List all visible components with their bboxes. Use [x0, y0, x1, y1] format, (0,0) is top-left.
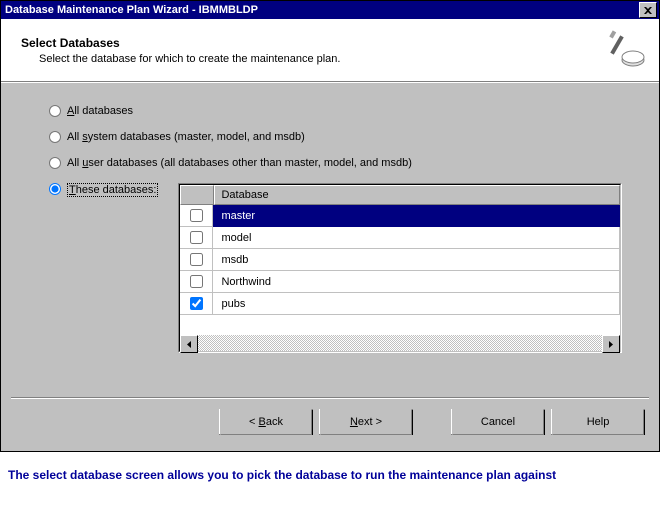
page-description: Select the database for which to create … — [39, 53, 603, 65]
row-database-name: pubs — [213, 293, 620, 315]
radio-all-input[interactable] — [49, 105, 61, 117]
table-row[interactable]: Northwind — [180, 271, 620, 293]
radio-all-databases[interactable]: All databases — [49, 105, 641, 117]
scroll-right-button[interactable] — [602, 335, 620, 353]
row-database-name: msdb — [213, 249, 620, 271]
main-content: All databases All system databases (mast… — [1, 82, 659, 383]
table-row[interactable]: model — [180, 227, 620, 249]
divider — [1, 397, 659, 399]
page-title: Select Databases — [21, 36, 603, 50]
help-button[interactable]: Help — [551, 409, 645, 435]
radio-system-input[interactable] — [49, 131, 61, 143]
row-checkbox-cell — [180, 205, 213, 227]
triangle-left-icon — [187, 341, 191, 348]
row-checkbox[interactable] — [190, 231, 203, 244]
row-database-name: Northwind — [213, 271, 620, 293]
row-database-name: master — [213, 205, 620, 227]
cancel-button[interactable]: Cancel — [451, 409, 545, 435]
radio-system-databases[interactable]: All system databases (master, model, and… — [49, 131, 641, 143]
wizard-header: Select Databases Select the database for… — [1, 19, 659, 82]
radio-system-label: All system databases (master, model, and… — [67, 131, 305, 143]
database-list-header: Database — [180, 185, 620, 205]
radio-these-input[interactable] — [49, 183, 61, 195]
row-checkbox-cell — [180, 249, 213, 271]
row-checkbox[interactable] — [190, 297, 203, 310]
row-checkbox-cell — [180, 227, 213, 249]
triangle-right-icon — [609, 341, 613, 348]
titlebar: Database Maintenance Plan Wizard - IBMMB… — [1, 1, 659, 19]
radio-all-label: All databases — [67, 105, 133, 117]
row-checkbox[interactable] — [190, 209, 203, 222]
column-header-check[interactable] — [180, 185, 214, 205]
radio-user-input[interactable] — [49, 157, 61, 169]
radio-these-databases[interactable]: These databases: Database mastermodelmsd… — [49, 183, 641, 353]
close-icon — [644, 7, 652, 14]
table-row[interactable]: msdb — [180, 249, 620, 271]
wizard-icon — [603, 30, 647, 70]
close-button[interactable] — [639, 2, 657, 18]
scroll-left-button[interactable] — [180, 335, 198, 353]
wizard-window: Database Maintenance Plan Wizard - IBMMB… — [0, 0, 660, 452]
radio-these-label: These databases: — [67, 183, 158, 197]
window-title: Database Maintenance Plan Wizard - IBMMB… — [5, 4, 258, 16]
row-checkbox-cell — [180, 293, 213, 315]
table-row[interactable]: pubs — [180, 293, 620, 315]
radio-user-label: All user databases (all databases other … — [67, 157, 412, 169]
column-header-database[interactable]: Database — [214, 185, 620, 205]
button-row: < Back Next > Cancel Help — [1, 409, 659, 451]
database-list: Database mastermodelmsdbNorthwindpubs — [178, 183, 622, 353]
row-checkbox-cell — [180, 271, 213, 293]
next-button[interactable]: Next > — [319, 409, 413, 435]
table-row[interactable]: master — [180, 205, 620, 227]
back-button[interactable]: < Back — [219, 409, 313, 435]
row-checkbox[interactable] — [190, 275, 203, 288]
row-checkbox[interactable] — [190, 253, 203, 266]
horizontal-scrollbar[interactable] — [180, 335, 620, 351]
radio-user-databases[interactable]: All user databases (all databases other … — [49, 157, 641, 169]
scroll-track[interactable] — [198, 335, 602, 351]
row-database-name: model — [213, 227, 620, 249]
figure-caption: The select database screen allows you to… — [0, 452, 662, 494]
